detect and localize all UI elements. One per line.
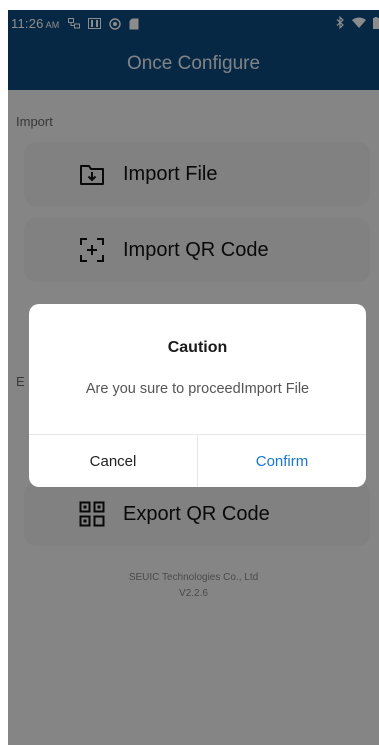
dialog-title: Caution <box>167 339 228 356</box>
dialog-message: Are you sure to proceedImport File <box>85 381 310 397</box>
dialog-actions: Cancel Confirm <box>29 434 366 487</box>
cancel-button[interactable]: Cancel <box>29 435 198 487</box>
device-screen: 11:26 AM Once Configure Import Import Fi… <box>8 10 379 745</box>
confirm-button[interactable]: Confirm <box>198 435 366 487</box>
caution-dialog: Caution Are you sure to proceedImport Fi… <box>29 304 366 487</box>
